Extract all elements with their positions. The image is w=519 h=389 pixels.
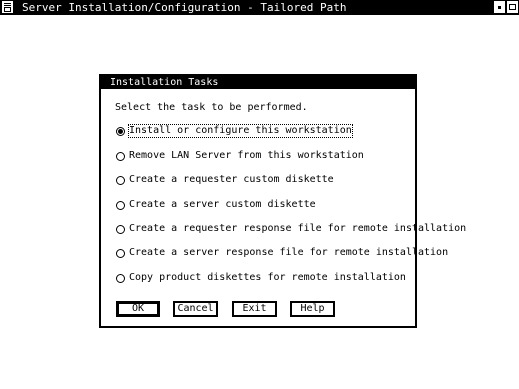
option-server-custom-diskette[interactable]: Create a server custom diskette bbox=[114, 198, 316, 212]
ok-button[interactable]: OK bbox=[116, 301, 160, 317]
option-requester-custom-diskette[interactable]: Create a requester custom diskette bbox=[114, 173, 334, 187]
option-label: Remove LAN Server from this workstation bbox=[129, 150, 364, 161]
radio-button-icon[interactable] bbox=[116, 176, 125, 185]
option-label: Create a requester response file for rem… bbox=[129, 223, 467, 234]
maximize-icon bbox=[509, 4, 516, 10]
option-remove-lan-server[interactable]: Remove LAN Server from this workstation bbox=[114, 149, 364, 163]
radio-button-icon[interactable] bbox=[116, 225, 125, 234]
dialog-title: Installation Tasks bbox=[101, 76, 415, 89]
title-bar: Server Installation/Configuration - Tail… bbox=[0, 0, 519, 15]
window-title: Server Installation/Configuration - Tail… bbox=[22, 1, 347, 14]
cancel-button[interactable]: Cancel bbox=[173, 301, 218, 317]
option-label: Install or configure this workstation bbox=[128, 124, 353, 138]
help-button[interactable]: Help bbox=[290, 301, 335, 317]
option-label: Create a requester custom diskette bbox=[129, 174, 334, 185]
minimize-icon bbox=[498, 6, 501, 9]
option-install-configure[interactable]: Install or configure this workstation bbox=[114, 124, 353, 138]
option-requester-response-file[interactable]: Create a requester response file for rem… bbox=[114, 222, 466, 236]
radio-button-icon[interactable] bbox=[116, 127, 125, 136]
maximize-button[interactable] bbox=[507, 1, 518, 13]
radio-button-icon[interactable] bbox=[116, 152, 125, 161]
option-server-response-file[interactable]: Create a server response file for remote… bbox=[114, 246, 448, 260]
radio-button-icon[interactable] bbox=[116, 201, 125, 210]
exit-button[interactable]: Exit bbox=[232, 301, 277, 317]
option-label: Copy product diskettes for remote instal… bbox=[129, 272, 406, 283]
radio-button-icon[interactable] bbox=[116, 274, 125, 283]
radio-button-icon[interactable] bbox=[116, 249, 125, 258]
system-menu-icon[interactable] bbox=[2, 1, 13, 13]
option-label: Create a server response file for remote… bbox=[129, 247, 449, 258]
minimize-button[interactable] bbox=[494, 1, 505, 13]
instructions-text: Select the task to be performed. bbox=[115, 102, 308, 113]
option-copy-product-diskettes[interactable]: Copy product diskettes for remote instal… bbox=[114, 271, 406, 285]
option-label: Create a server custom diskette bbox=[129, 199, 316, 210]
installation-tasks-dialog: Installation Tasks Select the task to be… bbox=[99, 74, 466, 328]
